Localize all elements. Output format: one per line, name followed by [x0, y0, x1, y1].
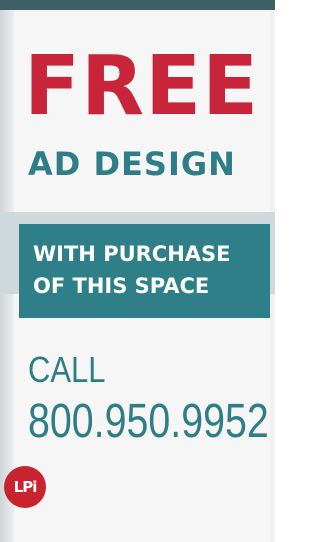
lpi-logo-icon[interactable]: LPi — [4, 466, 46, 508]
ad-banner[interactable]: FREE AD DESIGN WITH PURCHASE OF THIS SPA… — [0, 0, 275, 542]
phone-number[interactable]: 800.950.9952 — [28, 396, 269, 448]
subheadline: AD DESIGN — [28, 145, 236, 183]
headline: FREE — [24, 39, 260, 134]
offer-line-2: OF THIS SPACE — [33, 274, 210, 298]
logo-text: LPi — [13, 478, 38, 496]
call-label: CALL — [28, 349, 106, 390]
offer-line-1: WITH PURCHASE — [33, 242, 231, 266]
offer-band: WITH PURCHASE OF THIS SPACE — [19, 224, 270, 318]
top-border — [0, 0, 275, 10]
